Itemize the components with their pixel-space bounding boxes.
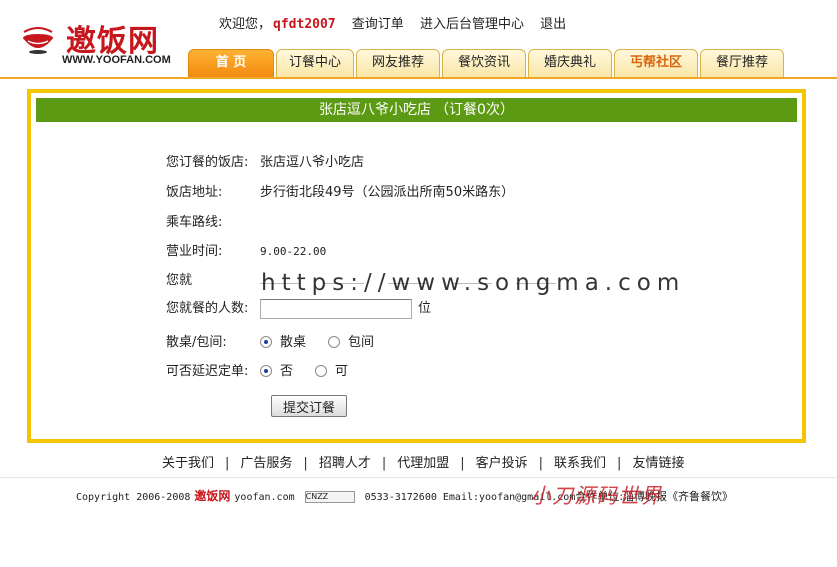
tab-wedding[interactable]: 婚庆典礼 bbox=[528, 49, 612, 77]
welcome-text: 欢迎您， bbox=[219, 17, 272, 32]
radio-selected-icon[interactable] bbox=[260, 336, 272, 348]
row-address: 饭店地址: 步行街北段49号（公园派出所南50米路东） bbox=[166, 181, 514, 200]
footer-link-contact[interactable]: 联系我们 bbox=[554, 456, 606, 471]
signature-watermark: 小刀源码世界 bbox=[530, 484, 662, 508]
radio-selected-icon[interactable] bbox=[260, 365, 272, 377]
delay-option-yes[interactable]: 可 bbox=[315, 364, 348, 379]
delay-label: 可否延迟定单: bbox=[166, 364, 249, 379]
row-seat-type: 散桌/包间: 散桌 包间 bbox=[166, 331, 396, 350]
order-count: （订餐0次） bbox=[435, 102, 514, 118]
query-orders-link[interactable]: 查询订单 bbox=[352, 17, 404, 32]
row-hours: 营业时间: 9.00-22.00 bbox=[166, 240, 326, 259]
stats-badge-icon[interactable]: CNZZ bbox=[304, 491, 355, 503]
copyright-text: Copyright 2006-2008 bbox=[76, 492, 191, 503]
tab-home[interactable]: 首 页 bbox=[188, 49, 274, 77]
dining-time-label: 您就 bbox=[166, 273, 193, 288]
hours-label: 营业时间: bbox=[166, 244, 223, 259]
row-shop: 您订餐的饭店: 张店逗八爷小吃店 bbox=[166, 151, 364, 170]
shop-title: 张店逗八爷小吃店 bbox=[319, 102, 432, 118]
row-delay: 可否延迟定单: 否 可 bbox=[166, 360, 370, 379]
nav-divider bbox=[0, 77, 837, 79]
main-nav: 首 页 订餐中心 网友推荐 餐饮资讯 婚庆典礼 丐帮社区 餐厅推荐 bbox=[188, 49, 786, 77]
hours-value: 9.00-22.00 bbox=[260, 245, 327, 258]
footer-domain: yoofan.com bbox=[234, 492, 295, 503]
people-label: 您就餐的人数: bbox=[166, 301, 249, 316]
footer-link-friends[interactable]: 友情链接 bbox=[632, 456, 684, 471]
seat-option-room-label: 包间 bbox=[348, 335, 375, 350]
logo-url-text: WWW.YOOFAN.COM bbox=[62, 54, 171, 66]
footer-brand: 邀饭网 bbox=[194, 489, 231, 503]
people-count-input[interactable] bbox=[260, 298, 412, 319]
submit-order-button[interactable]: 提交订餐 bbox=[271, 395, 347, 417]
logout-link[interactable]: 退出 bbox=[540, 17, 566, 32]
site-logo[interactable]: 邀饭网 WWW.YOOFAN.COM bbox=[14, 14, 174, 70]
stats-badge-label: CNZZ bbox=[305, 492, 329, 501]
seat-option-hall-label: 散桌 bbox=[280, 335, 307, 350]
delay-option-no[interactable]: 否 bbox=[260, 364, 293, 379]
address-label: 饭店地址: bbox=[166, 185, 223, 200]
footer-link-franchise[interactable]: 代理加盟 bbox=[397, 456, 449, 471]
footer-divider bbox=[0, 477, 837, 478]
row-people: 您就餐的人数: 位 bbox=[166, 297, 431, 319]
order-form-panel: 张店逗八爷小吃店 （订餐0次） 您订餐的饭店: 张店逗八爷小吃店 饭店地址: 步行街北… bbox=[27, 89, 806, 443]
seat-option-hall[interactable]: 散桌 bbox=[260, 335, 306, 350]
address-value: 步行街北段49号（公园派出所南50米路东） bbox=[260, 185, 515, 200]
rice-bowl-icon bbox=[23, 27, 53, 54]
admin-center-link[interactable]: 进入后台管理中心 bbox=[420, 17, 524, 32]
footer-link-about[interactable]: 关于我们 bbox=[162, 456, 214, 471]
tab-user-recommend[interactable]: 网友推荐 bbox=[356, 49, 440, 77]
footer-link-jobs[interactable]: 招聘人才 bbox=[319, 456, 371, 471]
tab-community[interactable]: 丐帮社区 bbox=[614, 49, 698, 77]
footer-links: 关于我们 | 广告服务 | 招聘人才 | 代理加盟 | 客户投诉 | 联系我们 | 友情链接 bbox=[162, 456, 685, 471]
username: qfdt2007 bbox=[273, 17, 336, 32]
seat-type-label: 散桌/包间: bbox=[166, 335, 227, 350]
radio-icon[interactable] bbox=[328, 336, 341, 348]
shop-label: 您订餐的饭店: bbox=[166, 155, 249, 170]
row-route: 乘车路线: bbox=[166, 211, 260, 230]
watermark-text: https://www.songma.com bbox=[261, 270, 686, 296]
footer-link-ads[interactable]: 广告服务 bbox=[240, 456, 292, 471]
radio-icon[interactable] bbox=[315, 365, 328, 377]
delay-option-no-label: 否 bbox=[280, 364, 294, 379]
order-title-bar: 张店逗八爷小吃店 （订餐0次） bbox=[36, 98, 797, 122]
tab-order-center[interactable]: 订餐中心 bbox=[276, 49, 354, 77]
seat-option-room[interactable]: 包间 bbox=[328, 335, 374, 350]
people-unit: 位 bbox=[418, 301, 432, 316]
delay-option-yes-label: 可 bbox=[335, 364, 349, 379]
shop-value: 张店逗八爷小吃店 bbox=[260, 155, 365, 170]
route-label: 乘车路线: bbox=[166, 215, 223, 230]
tab-dining-news[interactable]: 餐饮资讯 bbox=[442, 49, 526, 77]
user-bar: 欢迎您， qfdt2007 查询订单 进入后台管理中心 退出 bbox=[219, 13, 578, 32]
footer-link-complaints[interactable]: 客户投诉 bbox=[476, 456, 528, 471]
tab-restaurant-recommend[interactable]: 餐厅推荐 bbox=[700, 49, 784, 77]
